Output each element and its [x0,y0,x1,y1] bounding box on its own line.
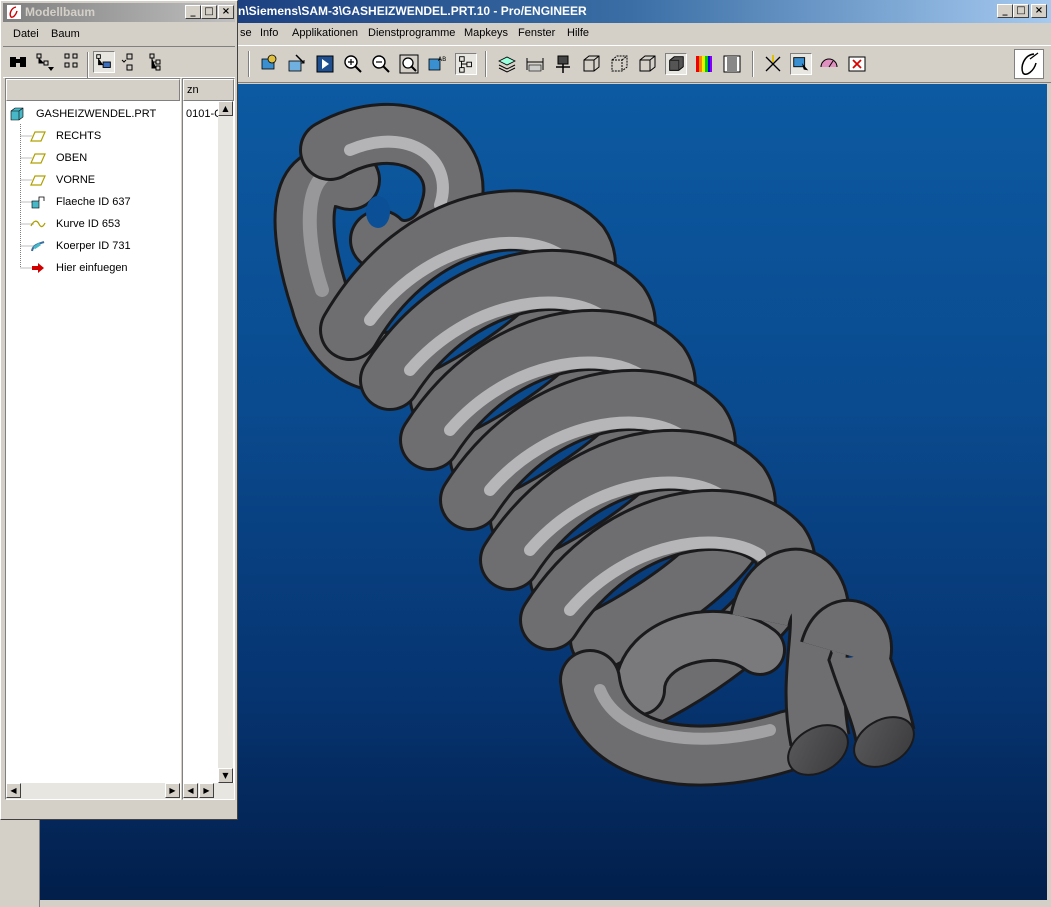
surface-icon [31,196,45,209]
tree-item-flaeche[interactable]: Flaeche ID 637 [6,192,180,212]
menu-item-applikationen[interactable]: Applikationen [292,27,358,39]
expand-all-icon[interactable] [119,51,141,73]
datum-plane-icon [30,175,46,186]
tree-columns-icon[interactable] [61,51,83,73]
regenerate-icon[interactable] [258,53,280,75]
hidden-line-icon[interactable] [608,53,630,75]
analysis-icon[interactable] [818,53,840,75]
tree-item-label: Kurve ID 653 [56,218,121,230]
saved-views-icon[interactable] [314,53,336,75]
toolbar-separator [87,52,89,78]
tree-item-oben[interactable]: OBEN [6,148,180,168]
scroll-right-button[interactable]: ▶ [199,783,214,798]
tree-horizontal-scrollbar[interactable]: ◀ ▶ [6,783,180,799]
mt-minimize-button[interactable]: _ [185,5,201,19]
column-horizontal-scrollbar[interactable]: ◀ ▶ [183,783,234,799]
coil-turns [319,189,821,787]
part-icon [10,107,24,121]
left-frame-area [0,820,40,907]
column-vertical-scrollbar[interactable]: ▲ ▼ [218,101,233,783]
no-hidden-icon[interactable] [636,53,658,75]
show-tree-icon[interactable] [93,51,115,73]
tree-item-label: OBEN [56,152,88,164]
menu-item-mapkeys[interactable]: Mapkeys [464,27,508,39]
scroll-left-button[interactable]: ◀ [6,783,21,798]
menu-item-se[interactable]: se [240,27,252,39]
model-tree-column-pane[interactable]: zn 0101-C ▲ ▼ ◀ ▶ [182,78,235,800]
zoom-out-icon[interactable] [370,53,392,75]
column-header[interactable]: zn [183,79,234,101]
mt-close-button[interactable]: × [218,5,234,19]
zoom-in-icon[interactable] [342,53,364,75]
model-tree-window: Modellbaum _ □ × Datei Baum GASHEIZWENDE… [0,0,238,820]
tree-item-part[interactable]: GASHEIZWENDEL.PRT [6,104,180,124]
close-window-icon[interactable] [846,53,868,75]
view-manager-icon[interactable]: AB [426,53,448,75]
datum-plane-icon [30,153,46,164]
menu-item-hilfe[interactable]: Hilfe [567,27,589,39]
scroll-left-button[interactable]: ◀ [183,783,198,798]
tree-item-label: VORNE [56,174,96,186]
scroll-up-button[interactable]: ▲ [218,101,233,116]
layers-icon[interactable] [496,53,518,75]
tree-header[interactable] [6,79,180,101]
menu-item-fenster[interactable]: Fenster [518,27,555,39]
insert-arrow-icon [32,263,44,273]
minimize-button[interactable]: _ [997,4,1013,18]
tree-item-rechts[interactable]: RECHTS [6,126,180,146]
svg-text:AB: AB [438,56,446,63]
pro-engineer-app-icon [7,5,21,19]
menu-item-info[interactable]: Info [260,27,278,39]
tree-item-vorne[interactable]: VORNE [6,170,180,190]
color-appearance-icon[interactable] [693,53,715,75]
refit-icon[interactable] [398,53,420,75]
shading-icon[interactable] [665,53,687,75]
find-binoculars-icon[interactable] [7,51,29,73]
toolbar-separator [248,51,250,77]
solid-body-icon [31,241,45,252]
window-border [40,900,1051,907]
dimension-icon[interactable] [524,53,546,75]
select-icon[interactable] [790,53,812,75]
tree-item-kurve[interactable]: Kurve ID 653 [6,214,180,234]
model-tree-toggle-icon[interactable] [455,53,477,75]
maximize-button[interactable]: □ [1013,4,1029,18]
tree-item-label: Hier einfuegen [56,262,128,274]
scroll-down-button[interactable]: ▼ [218,768,233,783]
menu-item-datei[interactable]: Datei [13,28,39,40]
main-window-title: n\Siemens\SAM-3\GASHEIZWENDEL.PRT.10 - P… [238,4,587,18]
tree-item-insert-here[interactable]: Hier einfuegen [6,258,180,278]
spin-center-icon[interactable] [552,53,574,75]
model-tree-menubar: Datei Baum [3,24,235,46]
background-color-icon[interactable] [721,53,743,75]
menu-item-baum[interactable]: Baum [51,28,80,40]
menu-item-dienstprogramme[interactable]: Dienstprogramme [368,27,455,39]
tree-item-label: Flaeche ID 637 [56,196,131,208]
model-tree-titlebar[interactable]: Modellbaum _ □ × [3,3,235,22]
datum-display-icon[interactable] [762,53,784,75]
toolbar-separator [752,51,754,77]
datum-plane-icon [30,131,46,142]
orient-icon[interactable] [286,53,308,75]
model-tree-title: Modellbaum [25,5,96,19]
toolbar-separator [485,51,487,77]
tree-item-koerper[interactable]: Koerper ID 731 [6,236,180,256]
curve-icon [30,220,46,228]
scroll-right-button[interactable]: ▶ [165,783,180,798]
tree-filter-icon[interactable] [34,51,56,73]
close-button[interactable]: × [1031,4,1047,18]
pro-engineer-logo-icon [1014,49,1044,79]
column-cell: 0101-C [186,108,218,120]
tree-item-label: GASHEIZWENDEL.PRT [36,108,157,120]
model-tree-toolbar [3,46,235,78]
model-tree-pane[interactable]: GASHEIZWENDEL.PRT RECHTS OBEN VORNE Flae… [5,78,181,800]
tree-item-label: Koerper ID 731 [56,240,131,252]
collapse-all-icon[interactable] [146,51,168,73]
wireframe-icon[interactable] [580,53,602,75]
mt-maximize-button[interactable]: □ [201,5,217,19]
window-border [1047,84,1051,907]
tree-item-label: RECHTS [56,130,102,142]
